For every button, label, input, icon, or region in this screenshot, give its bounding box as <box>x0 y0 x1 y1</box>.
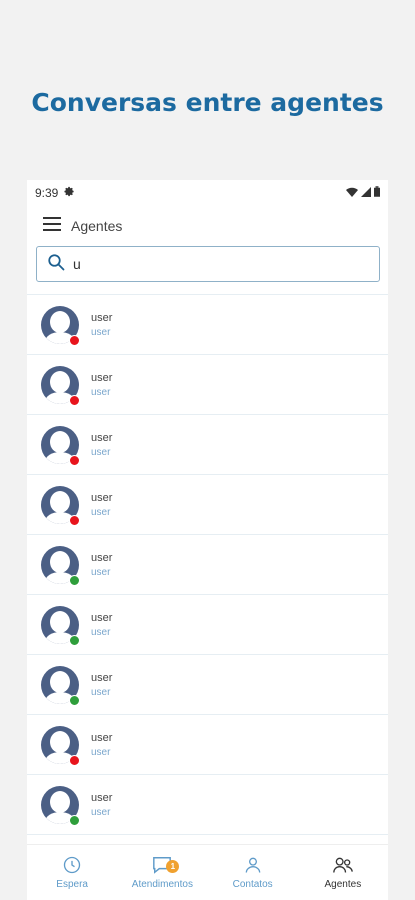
avatar <box>41 665 80 706</box>
nav-tab-label: Agentes <box>324 879 362 890</box>
status-indicator <box>69 814 80 826</box>
agent-username: user <box>91 806 111 818</box>
nav-tab-atendimentos[interactable]: 1 Atendimentos <box>117 845 207 900</box>
nav-tab-agentes[interactable]: Agentes <box>298 845 388 900</box>
chat-icon: 1 <box>151 855 180 875</box>
agent-username: user <box>91 626 111 638</box>
page-title: Agentes <box>71 218 123 234</box>
status-indicator <box>69 514 80 526</box>
status-time: 9:39 <box>35 186 59 200</box>
avatar <box>41 485 80 526</box>
avatar <box>41 365 80 406</box>
avatar <box>41 545 80 586</box>
agent-name: user <box>91 671 113 684</box>
nav-tab-label: Espera <box>56 879 88 890</box>
settings-gear-icon <box>64 186 75 200</box>
agent-username: user <box>91 686 111 698</box>
agent-username: user <box>91 386 111 398</box>
bottom-navigation: Espera 1 Atendimentos Contatos Agentes <box>27 844 388 900</box>
agent-list-item[interactable]: user user <box>27 295 388 355</box>
avatar <box>41 305 80 346</box>
nav-tab-label: Atendimentos <box>131 879 193 890</box>
status-indicator <box>69 334 80 346</box>
promo-title: Conversas entre agentes <box>31 88 384 117</box>
clock-icon <box>62 855 82 875</box>
status-indicator <box>69 394 80 406</box>
avatar <box>41 605 80 646</box>
agent-name: user <box>91 371 113 384</box>
nav-tab-label: Contatos <box>232 879 273 890</box>
avatar <box>41 725 80 766</box>
agent-username: user <box>91 506 111 518</box>
agent-list: user user user user user user user user … <box>27 294 388 835</box>
agent-list-item[interactable]: user user <box>27 475 388 535</box>
status-indicator <box>69 694 80 706</box>
nav-tab-espera[interactable]: Espera <box>27 845 117 900</box>
agent-name: user <box>91 491 113 504</box>
agent-username: user <box>91 326 111 338</box>
agent-username: user <box>91 446 111 458</box>
hamburger-menu-icon[interactable] <box>43 216 61 236</box>
agent-name: user <box>91 311 113 324</box>
status-indicator <box>69 754 80 766</box>
search-box <box>36 246 380 282</box>
nav-tab-contatos[interactable]: Contatos <box>208 845 298 900</box>
wifi-icon <box>346 186 358 200</box>
notification-badge: 1 <box>166 860 180 873</box>
search-input[interactable] <box>73 256 369 272</box>
agent-list-item[interactable]: user user <box>27 715 388 775</box>
status-indicator <box>69 634 80 646</box>
agent-name: user <box>91 431 113 444</box>
app-bar: Agentes <box>27 206 388 246</box>
phone-screen: 9:39 Agentes u user user user user user … <box>27 180 388 900</box>
agent-name: user <box>91 731 113 744</box>
people-icon <box>332 855 354 875</box>
status-indicator <box>69 454 80 466</box>
status-bar: 9:39 <box>27 180 388 206</box>
agent-list-item[interactable]: user user <box>27 775 388 835</box>
agent-list-item[interactable]: user user <box>27 415 388 475</box>
agent-list-item[interactable]: user user <box>27 535 388 595</box>
avatar <box>41 425 80 466</box>
agent-name: user <box>91 551 113 564</box>
agent-name: user <box>91 791 113 804</box>
battery-icon <box>374 186 380 200</box>
person-icon <box>243 855 263 875</box>
agent-username: user <box>91 566 111 578</box>
agent-username: user <box>91 746 111 758</box>
signal-icon <box>361 186 371 200</box>
agent-name: user <box>91 611 113 624</box>
search-icon <box>47 253 65 276</box>
agent-list-item[interactable]: user user <box>27 355 388 415</box>
agent-list-item[interactable]: user user <box>27 595 388 655</box>
status-indicator <box>69 574 80 586</box>
agent-list-item[interactable]: user user <box>27 655 388 715</box>
avatar <box>41 785 80 826</box>
